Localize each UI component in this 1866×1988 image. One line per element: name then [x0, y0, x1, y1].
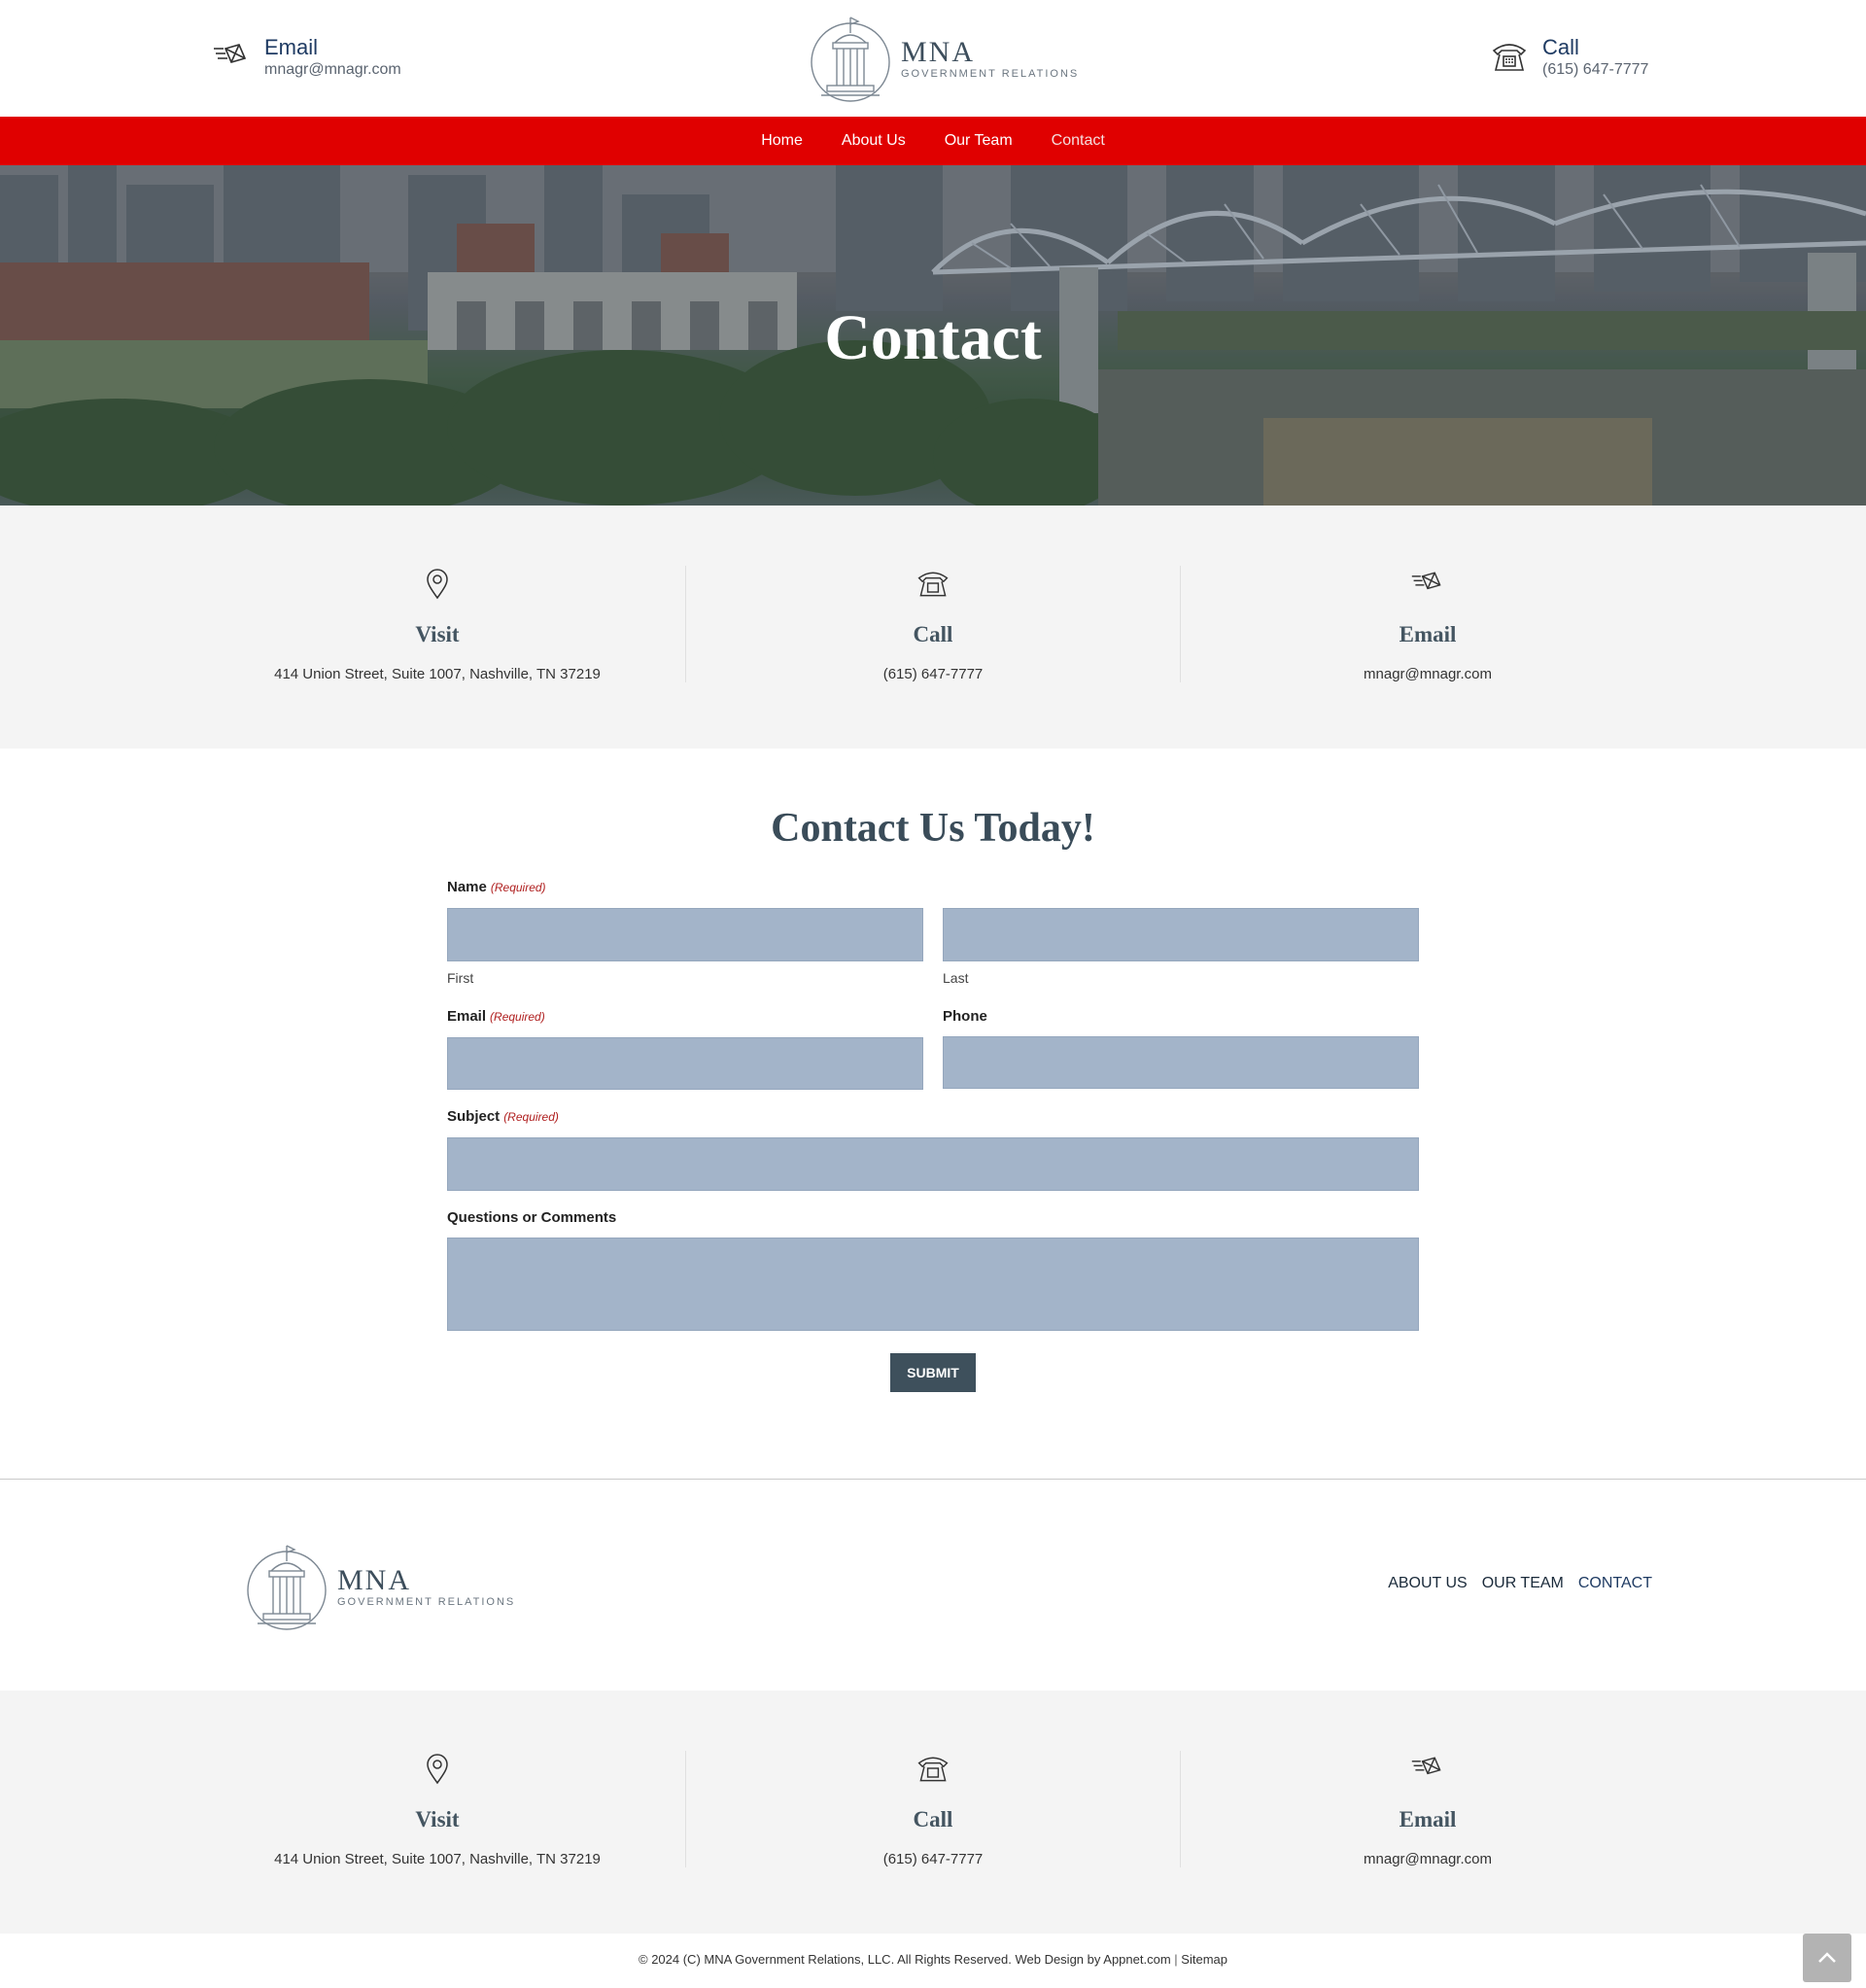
phone-input[interactable] [943, 1036, 1419, 1089]
nav-item-contact[interactable]: Contact [1052, 132, 1105, 150]
copyright-text: © 2024 (C) MNA Government Relations, LLC… [639, 1952, 1171, 1967]
capitol-building-icon [247, 1545, 327, 1630]
footer-call-block: Call (615) 647-7777 [686, 1691, 1180, 1934]
header-call-label: Call [1542, 35, 1579, 59]
email-block: Email mnagr@mnagr.com [1181, 506, 1675, 749]
sitemap-link[interactable]: Sitemap [1181, 1952, 1227, 1967]
subject-label: Subject (Required) [447, 1108, 559, 1125]
header-email-label: Email [264, 35, 319, 59]
header-email-value[interactable]: mnagr@mnagr.com [264, 60, 401, 80]
header-logo[interactable]: MNA GOVERNMENT RELATIONS [810, 14, 1079, 103]
email-label: Email (Required) [447, 1008, 545, 1025]
email-icon [1411, 572, 1441, 590]
separator: | [1174, 1952, 1178, 1967]
capitol-building-icon [811, 17, 890, 102]
first-name-input[interactable] [447, 908, 923, 961]
logo-name: MNA [337, 1564, 412, 1596]
footer-info-band: Visit 414 Union Street, Suite 1007, Nash… [0, 1691, 1866, 1934]
visit-address: 414 Union Street, Suite 1007, Nashville,… [274, 666, 601, 682]
comments-textarea[interactable] [447, 1238, 1419, 1331]
footer-email-title: Email [1399, 1807, 1457, 1831]
visit-block: Visit 414 Union Street, Suite 1007, Nash… [190, 506, 684, 749]
header-call[interactable]: Call (615) 647-7777 [1490, 35, 1648, 80]
info-band: Visit 414 Union Street, Suite 1007, Nash… [0, 506, 1866, 749]
footer-call-title: Call [913, 1807, 953, 1831]
subject-label-text: Subject [447, 1108, 501, 1125]
footer-visit-title: Visit [415, 1807, 460, 1831]
footer-link-contact[interactable]: CONTACT [1578, 1575, 1652, 1592]
footer-email-address[interactable]: mnagr@mnagr.com [1181, 1851, 1675, 1867]
footer-email-block: Email mnagr@mnagr.com [1181, 1691, 1675, 1934]
email-icon [1411, 1757, 1441, 1775]
footer-visit-block: Visit 414 Union Street, Suite 1007, Nash… [190, 1691, 684, 1934]
email-address[interactable]: mnagr@mnagr.com [1181, 666, 1675, 682]
footer-link-our-team[interactable]: OUR TEAM [1482, 1575, 1564, 1592]
required-marker: (Required) [490, 1010, 545, 1024]
footer-link-about-us[interactable]: ABOUT US [1388, 1575, 1468, 1592]
nav-item-our-team[interactable]: Our Team [945, 132, 1013, 150]
footer-nav: ABOUT US OUR TEAM CONTACT [1373, 1575, 1652, 1592]
email-title: Email [1399, 622, 1457, 646]
copyright-bar: © 2024 (C) MNA Government Relations, LLC… [0, 1952, 1866, 1967]
header-email[interactable]: Email mnagr@mnagr.com [212, 35, 401, 80]
logo-tagline: GOVERNMENT RELATIONS [901, 68, 1080, 80]
location-pin-icon [427, 1754, 448, 1785]
phone-icon [917, 1757, 949, 1782]
comments-label: Questions or Comments [447, 1209, 617, 1226]
scroll-to-top-button[interactable] [1803, 1934, 1851, 1982]
last-name-sublabel: Last [943, 970, 969, 986]
phone-icon [1492, 44, 1527, 71]
email-input[interactable] [447, 1037, 923, 1090]
chevron-up-icon [1818, 1952, 1836, 1963]
first-name-sublabel: First [447, 970, 474, 986]
subject-input[interactable] [447, 1137, 1419, 1191]
hero-title: Contact [824, 302, 1042, 373]
email-label-text: Email [447, 1008, 487, 1025]
call-number[interactable]: (615) 647-7777 [686, 666, 1180, 682]
site-header: Email mnagr@mnagr.com MNA GOVERNMENT REL… [0, 0, 1866, 117]
nav-item-home[interactable]: Home [761, 132, 803, 150]
phone-label: Phone [943, 1008, 987, 1025]
footer-divider [0, 1479, 1866, 1480]
main-nav: Home About Us Our Team Contact [0, 117, 1866, 165]
nav-item-about-us[interactable]: About Us [842, 132, 906, 150]
required-marker: (Required) [503, 1110, 559, 1124]
required-marker: (Required) [490, 881, 546, 894]
name-label-text: Name [447, 879, 487, 895]
phone-icon [917, 572, 949, 597]
last-name-input[interactable] [943, 908, 1419, 961]
footer-visit-address: 414 Union Street, Suite 1007, Nashville,… [274, 1851, 601, 1867]
footer-call-number[interactable]: (615) 647-7777 [686, 1851, 1180, 1867]
form-title: Contact Us Today! [771, 806, 1095, 851]
visit-title: Visit [415, 622, 460, 646]
call-block: Call (615) 647-7777 [686, 506, 1180, 749]
header-call-value[interactable]: (615) 647-7777 [1542, 60, 1648, 80]
email-icon [214, 44, 247, 63]
location-pin-icon [427, 569, 448, 600]
call-title: Call [913, 622, 953, 646]
name-label: Name (Required) [447, 879, 546, 895]
logo-name: MNA [901, 36, 976, 68]
hero-banner: Contact [0, 165, 1866, 506]
logo-tagline: GOVERNMENT RELATIONS [337, 1596, 516, 1608]
footer-logo[interactable]: MNA GOVERNMENT RELATIONS [246, 1542, 515, 1631]
submit-button[interactable]: SUBMIT [890, 1353, 976, 1392]
